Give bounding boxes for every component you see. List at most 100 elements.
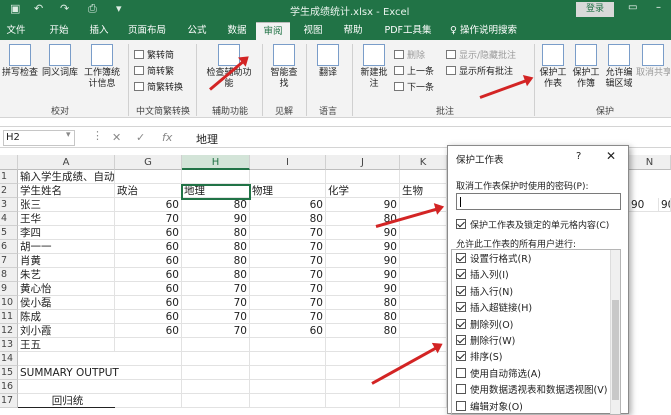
cell[interactable] [400, 254, 447, 268]
cell[interactable] [326, 394, 400, 408]
name-box-dropdown-icon[interactable]: ▾ [66, 130, 71, 140]
save-icon[interactable]: ▣ [10, 2, 20, 15]
cell[interactable] [18, 352, 115, 366]
column-header[interactable]: N [629, 155, 671, 170]
cell[interactable]: 王华 [18, 212, 115, 226]
cell[interactable]: 70 [182, 296, 250, 310]
cell[interactable]: 60 [115, 296, 182, 310]
cell[interactable]: 陈成 [18, 310, 115, 324]
tab-file[interactable]: 文件 [2, 22, 30, 40]
show-hide-comment-button[interactable]: 显示/隐藏批注 [446, 50, 516, 62]
row-header[interactable]: 3 [0, 198, 18, 212]
cell[interactable]: 60 [115, 226, 182, 240]
cell[interactable] [115, 394, 182, 408]
cell[interactable]: 90 [326, 254, 400, 268]
row-header[interactable]: 7 [0, 254, 18, 268]
allow-edit-ranges-button[interactable]: 允许编辑区域 [603, 44, 635, 90]
permission-checkbox[interactable] [456, 384, 466, 395]
tab-review[interactable]: 审阅 [256, 22, 290, 40]
login-button[interactable]: 登录 [576, 2, 614, 17]
cell[interactable] [115, 380, 182, 394]
cell[interactable] [182, 352, 250, 366]
cell[interactable] [250, 394, 326, 408]
cell[interactable]: 80 [326, 324, 400, 338]
cell[interactable]: 回归统 [18, 394, 115, 408]
scrollbar-thumb[interactable] [612, 300, 619, 400]
protect-checkbox[interactable] [456, 219, 466, 229]
cell[interactable] [400, 240, 447, 254]
permission-checkbox[interactable] [456, 318, 466, 329]
cancel-icon[interactable]: ✕ [112, 131, 121, 144]
cell[interactable]: 80 [182, 268, 250, 282]
cell[interactable] [400, 170, 447, 184]
cell[interactable] [400, 380, 447, 394]
cell[interactable]: 80 [326, 310, 400, 324]
cell[interactable]: 70 [182, 310, 250, 324]
print-preview-icon[interactable]: ⎙ [88, 2, 97, 16]
permission-checkbox[interactable] [456, 302, 466, 313]
cell[interactable] [182, 338, 250, 352]
cell[interactable]: SUMMARY OUTPUT [18, 366, 119, 380]
permission-checkbox[interactable] [456, 351, 466, 362]
permission-option[interactable]: 删除行(W) [456, 335, 515, 349]
cell[interactable]: 80 [182, 198, 250, 212]
cell[interactable] [326, 338, 400, 352]
cell[interactable] [250, 366, 326, 380]
cell[interactable] [115, 170, 182, 184]
tab-view[interactable]: 视图 [298, 22, 328, 40]
permission-option[interactable]: 插入超链接(H) [456, 302, 532, 316]
customize-qat-icon[interactable]: ▾ [116, 2, 122, 15]
permission-checkbox[interactable] [456, 367, 466, 378]
row-header[interactable]: 2 [0, 184, 18, 198]
minimize-icon[interactable]: – [656, 2, 661, 13]
permission-option[interactable]: 删除列(O) [456, 318, 513, 333]
trad-to-simp-button[interactable]: 繁转简 [134, 50, 174, 62]
cell[interactable]: 70 [250, 254, 326, 268]
cell[interactable] [18, 380, 115, 394]
cell[interactable]: 70 [250, 310, 326, 324]
cell[interactable]: 60 [250, 324, 326, 338]
redo-icon[interactable]: ↷ [60, 2, 69, 15]
cell[interactable]: 80 [326, 296, 400, 310]
cell[interactable]: 70 [115, 212, 182, 226]
next-comment-button[interactable]: 下一条 [394, 82, 434, 94]
cell[interactable] [400, 394, 447, 408]
column-header[interactable]: A [18, 155, 115, 170]
cell[interactable]: 胡一一 [18, 240, 115, 254]
cell[interactable]: 60 [115, 198, 182, 212]
cell[interactable] [182, 366, 250, 380]
cell[interactable] [250, 352, 326, 366]
password-input[interactable] [456, 193, 621, 210]
cell[interactable]: 侯小磊 [18, 296, 115, 310]
cell[interactable] [326, 170, 400, 184]
cell[interactable]: 70 [250, 296, 326, 310]
select-all-corner[interactable] [0, 155, 18, 170]
row-header[interactable]: 4 [0, 212, 18, 226]
cell[interactable]: 90 [326, 198, 400, 212]
permission-checkbox[interactable] [456, 253, 466, 263]
row-header[interactable]: 16 [0, 380, 18, 394]
cell[interactable]: 60 [250, 198, 326, 212]
cell[interactable]: 80 [182, 226, 250, 240]
cell[interactable]: 90 [629, 198, 659, 212]
cell[interactable]: 60 [115, 282, 182, 296]
protect-checkbox-row[interactable]: 保护工作表及锁定的单元格内容(C) [456, 218, 609, 231]
cell[interactable]: 90 [659, 198, 671, 212]
insert-function-icon[interactable]: fx [162, 131, 172, 144]
workbook-stats-button[interactable]: 工作簿统计信息 [82, 44, 122, 90]
cell[interactable] [250, 170, 326, 184]
undo-icon[interactable]: ↶ [34, 2, 43, 15]
cell[interactable]: 80 [250, 212, 326, 226]
permission-option[interactable]: 排序(S) [456, 351, 502, 365]
column-header[interactable]: K [400, 155, 447, 170]
cell[interactable]: 90 [326, 226, 400, 240]
permission-checkbox[interactable] [456, 285, 466, 296]
permission-option[interactable]: 编辑对象(O) [456, 400, 523, 414]
cell[interactable] [400, 324, 447, 338]
cell[interactable]: 80 [182, 240, 250, 254]
simp-to-trad-button[interactable]: 简转繁 [134, 66, 174, 78]
cell[interactable] [326, 352, 400, 366]
cell[interactable]: 政治 [115, 184, 182, 198]
row-header[interactable]: 1 [0, 170, 18, 184]
permission-checkbox[interactable] [456, 335, 466, 345]
